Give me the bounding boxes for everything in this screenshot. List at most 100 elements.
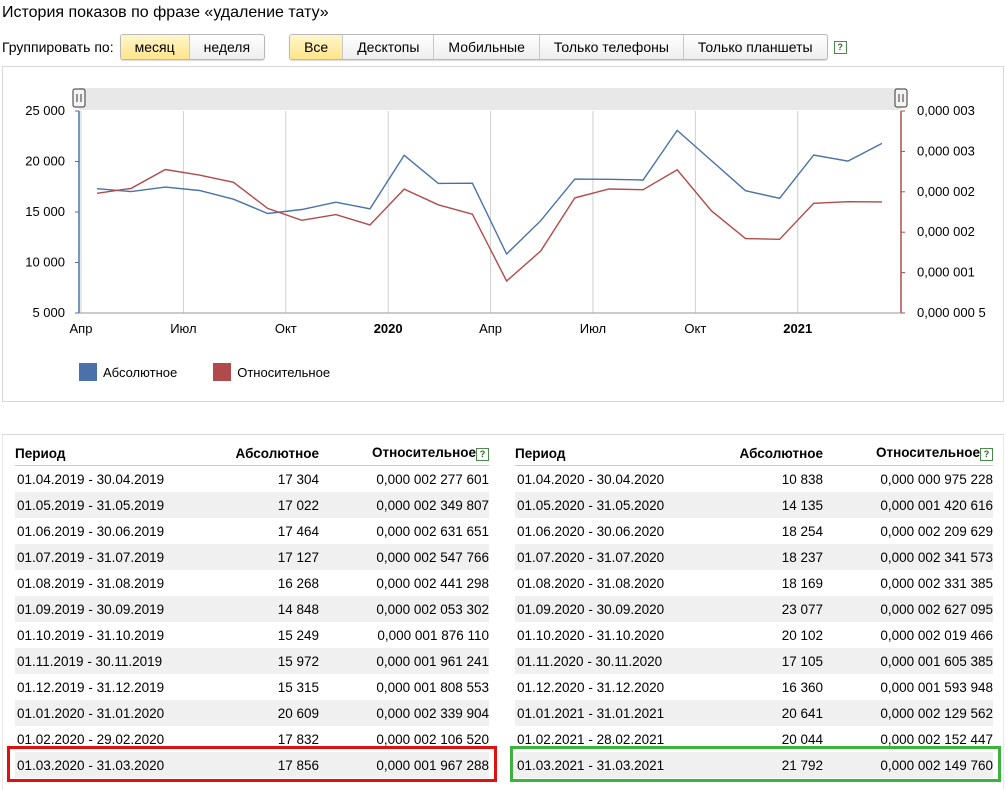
cell-period: 01.08.2019 - 31.08.2019 [15,570,185,596]
y-right-tick-label: 0,000 002 [917,224,975,239]
device-tablets-button[interactable]: Только планшеты [682,35,827,59]
cell-relative: 0,000 002 019 466 [823,622,993,648]
cell-absolute: 17 022 [185,492,319,518]
x-tick-label: Окт [684,321,706,336]
legend-absolute-swatch [79,363,97,381]
cell-relative: 0,000 002 331 385 [823,570,993,596]
table-row: 01.10.2019 - 31.10.2019 15 249 0,000 001 8… [15,622,489,648]
help-icon[interactable]: ? [833,40,847,54]
device-phones-button[interactable]: Только телефоны [538,35,683,59]
cell-period: 01.09.2020 - 30.09.2020 [515,596,685,622]
x-tick-label: Июл [580,321,606,336]
cell-period: 01.01.2021 - 31.01.2021 [515,700,685,726]
handle-grip [894,88,908,108]
group-week-button[interactable]: неделя [188,35,264,59]
y-right-tick-label: 0,000 001 [917,265,975,280]
table-row: 01.04.2019 - 30.04.2019 17 304 0,000 002 2… [15,465,489,492]
legend-absolute[interactable]: Абсолютное [79,363,177,381]
cell-absolute: 17 127 [185,544,319,570]
range-handle-left[interactable] [72,88,86,108]
col-absolute-header: Абсолютное [185,441,319,466]
y-right-tick-label: 0,000 000 5 [917,305,986,320]
cell-absolute: 18 237 [685,544,823,570]
cell-absolute: 18 169 [685,570,823,596]
table-row: 01.06.2019 - 30.06.2019 17 464 0,000 002 6… [15,518,489,544]
grouping-toggle: месяц неделя [119,34,266,60]
range-slider-track[interactable] [79,88,901,110]
legend-absolute-label: Абсолютное [103,364,178,380]
table-row: 01.11.2019 - 30.11.2019 15 972 0,000 001 9… [15,648,489,674]
table-row: 01.09.2019 - 30.09.2019 14 848 0,000 002 0… [15,596,489,622]
controls-bar: Группировать по: месяц неделя Все Дескто… [2,34,847,60]
cell-relative: 0,000 001 808 553 [319,674,489,700]
cell-absolute: 23 077 [685,596,823,622]
legend-relative-label: Относительное [237,364,331,380]
cell-relative: 0,000 001 593 948 [823,674,993,700]
cell-relative: 0,000 002 631 651 [319,518,489,544]
cell-absolute: 17 304 [185,465,319,492]
y-right-tick-label: 0,000 003 [917,143,975,158]
help-icon[interactable]: ? [476,448,489,461]
col-period-header: Период [15,441,185,466]
cell-relative: 0,000 001 961 241 [319,648,489,674]
device-all-button[interactable]: Все [290,35,343,59]
y-left-tick-label: 5 000 [32,305,65,320]
cell-period: 01.06.2020 - 30.06.2020 [515,518,685,544]
cell-absolute: 17 464 [185,518,319,544]
cell-absolute: 16 268 [185,570,319,596]
y-right-tick-label: 0,000 002 [917,184,975,199]
cell-period: 01.05.2020 - 31.05.2020 [515,492,685,518]
cell-relative: 0,000 002 627 095 [823,596,993,622]
cell-period: 01.08.2020 - 31.08.2020 [515,570,685,596]
cell-relative: 0,000 002 129 562 [823,700,993,726]
x-tick-label: Апр [479,321,502,336]
cell-period: 01.10.2019 - 31.10.2019 [15,622,185,648]
x-tick-label: Апр [70,321,93,336]
cell-relative: 0,000 000 975 228 [823,465,993,492]
cell-period: 01.07.2020 - 31.07.2020 [515,544,685,570]
cell-absolute: 20 609 [185,700,319,726]
table-row: 01.05.2020 - 31.05.2020 14 135 0,000 001 4… [515,492,993,518]
cell-relative: 0,000 002 209 629 [823,518,993,544]
cell-absolute: 14 848 [185,596,319,622]
col-relative-header: Относительное? [823,441,993,466]
cell-relative: 0,000 001 420 616 [823,492,993,518]
cell-absolute: 20 102 [685,622,823,648]
cell-period: 01.07.2019 - 31.07.2019 [15,544,185,570]
device-desktop-button[interactable]: Десктопы [342,35,433,59]
series-relative-line [96,168,883,283]
table-row: 01.09.2020 - 30.09.2020 23 077 0,000 002 6… [515,596,993,622]
legend-relative[interactable]: Относительное [213,363,330,381]
legend-relative-swatch [213,363,232,381]
group-month-button[interactable]: месяц [120,35,189,59]
cell-period: 01.12.2019 - 31.12.2019 [15,674,185,700]
page-title: История показов по фразе «удаление тату» [2,4,329,21]
cell-relative: 0,000 002 053 302 [319,596,489,622]
cell-period: 01.04.2019 - 30.04.2019 [15,465,185,492]
y-left-tick-label: 20 000 [25,154,65,169]
table-row: 01.08.2019 - 31.08.2019 16 268 0,000 002 4… [15,570,489,596]
table-row: 01.12.2020 - 31.12.2020 16 360 0,000 001 5… [515,674,993,700]
table-row: 01.05.2019 - 31.05.2019 17 022 0,000 002 3… [15,492,489,518]
device-mobile-button[interactable]: Мобильные [433,35,539,59]
cell-relative: 0,000 002 341 573 [823,544,993,570]
cell-period: 01.09.2019 - 30.09.2019 [15,596,185,622]
cell-period: 01.11.2019 - 30.11.2019 [15,648,185,674]
col-relative-header-label: Относительное [875,445,980,460]
col-relative-header: Относительное? [319,441,489,466]
cell-period: 01.01.2020 - 31.01.2020 [15,700,185,726]
help-icon[interactable]: ? [980,448,993,461]
range-handle-right[interactable] [894,88,908,108]
cell-absolute: 18 254 [685,518,823,544]
cell-relative: 0,000 002 277 601 [319,465,489,492]
table-row: 01.07.2019 - 31.07.2019 17 127 0,000 002 5… [15,544,489,570]
y-left-tick-label: 10 000 [25,255,65,270]
handle-grip [72,88,86,108]
cell-absolute: 10 838 [685,465,823,492]
cell-absolute: 17 105 [685,648,823,674]
x-tick-label: 2021 [783,321,812,336]
y-right-tick-label: 0,000 003 [917,103,975,118]
cell-relative: 0,000 001 605 385 [823,648,993,674]
cell-relative: 0,000 002 339 904 [319,700,489,726]
impressions-chart: 25 000 20 000 15 000 10 000 5 000 0,000 003 0,… [25,88,986,336]
